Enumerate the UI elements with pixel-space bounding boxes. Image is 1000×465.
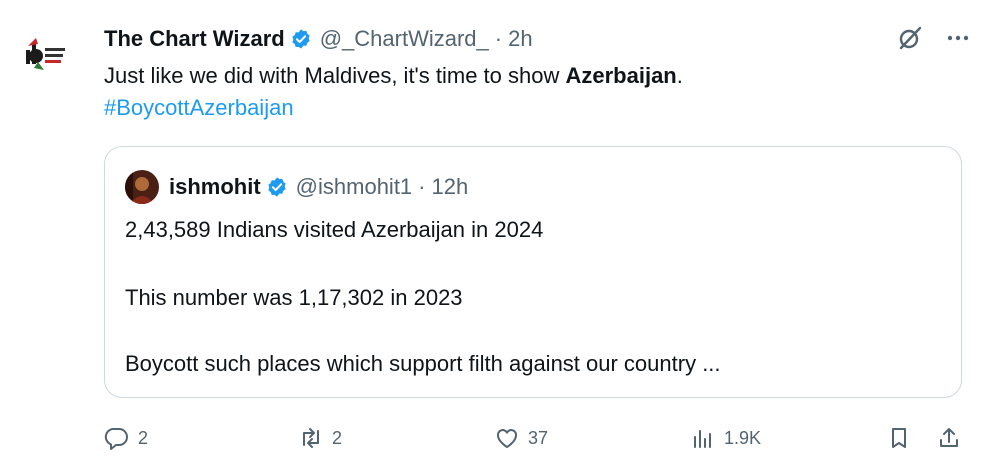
like-count: 37 bbox=[528, 427, 549, 448]
grok-icon[interactable] bbox=[896, 24, 924, 52]
tweet-text-bold: Azerbaijan bbox=[565, 63, 677, 88]
verified-badge-icon bbox=[266, 176, 288, 198]
reply-count: 2 bbox=[138, 427, 149, 448]
separator-dot: · bbox=[418, 174, 426, 199]
share-icon bbox=[936, 425, 962, 451]
quoted-text-line-1: 2,43,589 Indians visited Azerbaijan in 2… bbox=[125, 217, 544, 242]
chart-wizard-logo-icon bbox=[26, 38, 65, 70]
views-icon bbox=[690, 425, 716, 451]
views-count: 1.9K bbox=[724, 427, 762, 448]
quoted-timestamp[interactable]: 12h bbox=[432, 174, 469, 200]
retweet-count: 2 bbox=[332, 427, 343, 448]
views-button[interactable]: 1.9K bbox=[690, 418, 761, 458]
retweet-button[interactable]: 2 bbox=[298, 418, 342, 458]
tweet-text-part1: Just like we did with Maldives, it's tim… bbox=[104, 63, 566, 88]
hashtag-link[interactable]: #BoycottAzerbaijan bbox=[104, 92, 964, 124]
author-name[interactable]: The Chart Wizard bbox=[104, 26, 285, 52]
quoted-author-name[interactable]: ishmohit bbox=[169, 174, 261, 200]
quoted-text-line-3: Boycott such places which support filth … bbox=[125, 351, 721, 376]
reply-button[interactable]: 2 bbox=[104, 418, 148, 458]
quoted-tweet-header: ishmohit @ishmohit1 · 12h bbox=[125, 169, 468, 205]
action-bar: 2 2 37 1.9K bbox=[0, 418, 1000, 458]
more-options-icon[interactable] bbox=[944, 24, 972, 52]
verified-badge-icon bbox=[290, 28, 312, 50]
bookmark-button[interactable] bbox=[886, 418, 912, 458]
tweet-text-part2: . bbox=[676, 63, 683, 88]
separator-dot: · bbox=[494, 26, 503, 51]
tweet-text: Just like we did with Maldives, it's tim… bbox=[104, 60, 964, 124]
top-actions bbox=[896, 24, 972, 52]
bookmark-icon bbox=[886, 425, 912, 451]
timestamp[interactable]: 2h bbox=[508, 26, 532, 52]
like-button[interactable]: 37 bbox=[494, 418, 548, 458]
retweet-icon bbox=[298, 425, 324, 451]
quoted-tweet[interactable]: ishmohit @ishmohit1 · 12h 2,43,589 India… bbox=[104, 146, 962, 398]
tweet[interactable]: The Chart Wizard @_ChartWizard_ · 2h Jus… bbox=[0, 0, 1000, 465]
quoted-author-avatar[interactable] bbox=[125, 170, 159, 204]
tweet-header: The Chart Wizard @_ChartWizard_ · 2h bbox=[104, 22, 533, 56]
quoted-text-line-2: This number was 1,17,302 in 2023 bbox=[125, 285, 463, 310]
author-avatar[interactable] bbox=[22, 32, 70, 80]
quoted-author-handle[interactable]: @ishmohit1 bbox=[296, 174, 413, 200]
share-button[interactable] bbox=[936, 418, 962, 458]
heart-icon bbox=[494, 425, 520, 451]
reply-icon bbox=[104, 425, 130, 451]
author-handle[interactable]: @_ChartWizard_ bbox=[320, 26, 489, 52]
